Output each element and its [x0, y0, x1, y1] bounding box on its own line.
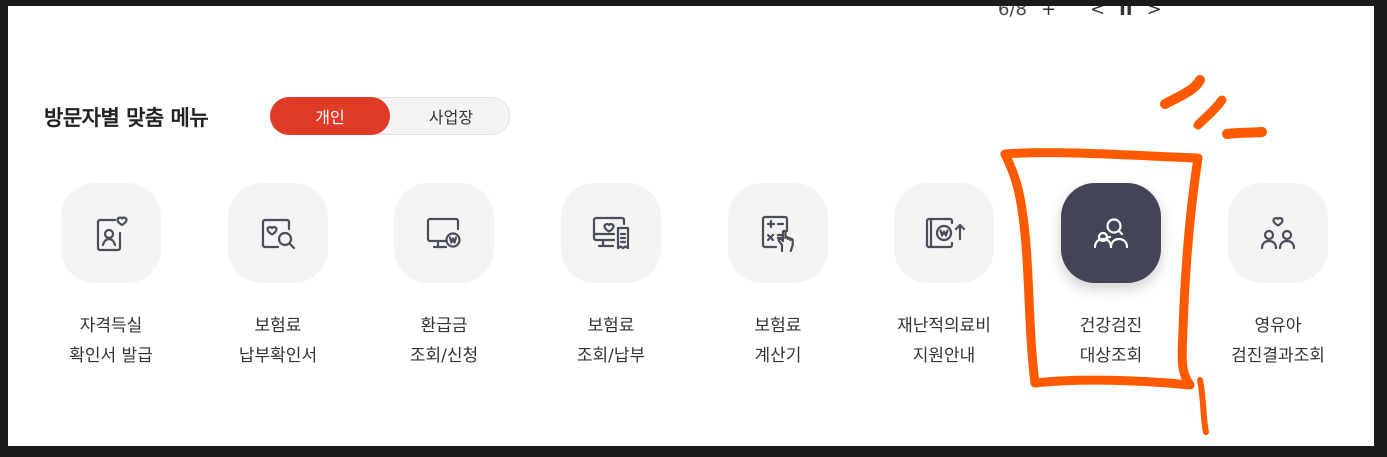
next-icon[interactable]: >	[1147, 6, 1162, 20]
menu-item-line2: 대상조회	[1079, 346, 1143, 366]
section-title: 방문자별 맞춤 메뉴	[44, 106, 209, 130]
menu-tile[interactable]	[394, 183, 494, 283]
menu-item-catastrophic-medical[interactable]: 재난적의료비 지원안내	[864, 183, 1024, 371]
monitor-won-icon	[426, 217, 461, 249]
id-card-heart-icon	[96, 216, 128, 252]
menu-tile[interactable]	[1228, 183, 1328, 283]
calculator-hand-icon	[761, 215, 794, 253]
heart-search-icon	[261, 218, 296, 250]
carousel-controls: 6/8 + < II >	[998, 6, 1162, 22]
menu-tile[interactable]	[894, 183, 994, 283]
menu-item-line1: 자격득실	[79, 316, 143, 336]
menu-item-line1: 보험료	[254, 316, 302, 336]
page-frame: 6/8 + < II > 방문자별 맞춤 메뉴 개인 사업장 자격득실 확인서 …	[8, 6, 1374, 446]
menu-item-line1: 보험료	[754, 316, 802, 336]
menu-item-calculator[interactable]: 보험료 계산기	[698, 183, 858, 371]
menu-item-line2: 계산기	[754, 346, 802, 366]
menu-item-line2: 조회/신청	[409, 346, 479, 366]
menu-item-line1: 보험료	[587, 316, 635, 336]
menu-tile[interactable]	[61, 183, 161, 283]
menu-item-line1: 건강검진	[1079, 316, 1143, 336]
add-icon[interactable]: +	[1041, 6, 1056, 20]
menu-item-refund[interactable]: 환급금 조회/신청	[364, 183, 524, 371]
menu-item-payment-certificate[interactable]: 보험료 납부확인서	[198, 183, 358, 371]
family-heart-icon	[1260, 216, 1296, 250]
menu-tile[interactable]	[228, 183, 328, 283]
menu-item-health-checkup[interactable]: 건강검진 대상조회	[1031, 183, 1191, 371]
menu-item-line1: 재난적의료비	[897, 316, 991, 336]
pause-icon[interactable]: II	[1119, 6, 1132, 20]
people-search-icon	[1093, 218, 1129, 249]
menu-tile-active[interactable]	[1061, 183, 1161, 283]
toggle-business[interactable]: 사업장	[391, 97, 511, 135]
menu-item-line1: 환급금	[420, 316, 468, 336]
prev-icon[interactable]: <	[1090, 6, 1105, 20]
menu-item-line1: 영유아	[1254, 316, 1302, 336]
menu-item-infant-checkup[interactable]: 영유아 검진결과조회	[1198, 183, 1358, 371]
menu-item-line2: 지원안내	[912, 346, 976, 366]
slide-counter: 6/8	[998, 6, 1027, 20]
menu-item-line2: 확인서 발급	[69, 346, 153, 366]
wallet-won-up-icon	[925, 217, 966, 249]
menu-item-line2: 조회/납부	[576, 346, 646, 366]
menu-item-qualification[interactable]: 자격득실 확인서 발급	[31, 183, 191, 371]
menu-tile[interactable]	[728, 183, 828, 283]
menu-item-premium-payment[interactable]: 보험료 조회/납부	[531, 183, 691, 371]
menu-tile[interactable]	[561, 183, 661, 283]
toggle-personal[interactable]: 개인	[270, 97, 390, 135]
menu-item-line2: 납부확인서	[238, 346, 318, 366]
monitor-receipt-icon	[592, 216, 630, 250]
visitor-toggle: 개인 사업장	[270, 97, 510, 135]
menu-item-line2: 검진결과조회	[1231, 346, 1325, 366]
visitor-menu: 자격득실 확인서 발급 보험료 납부확인서 환급금 조회/신청 보험료 조회/납…	[8, 183, 1374, 383]
